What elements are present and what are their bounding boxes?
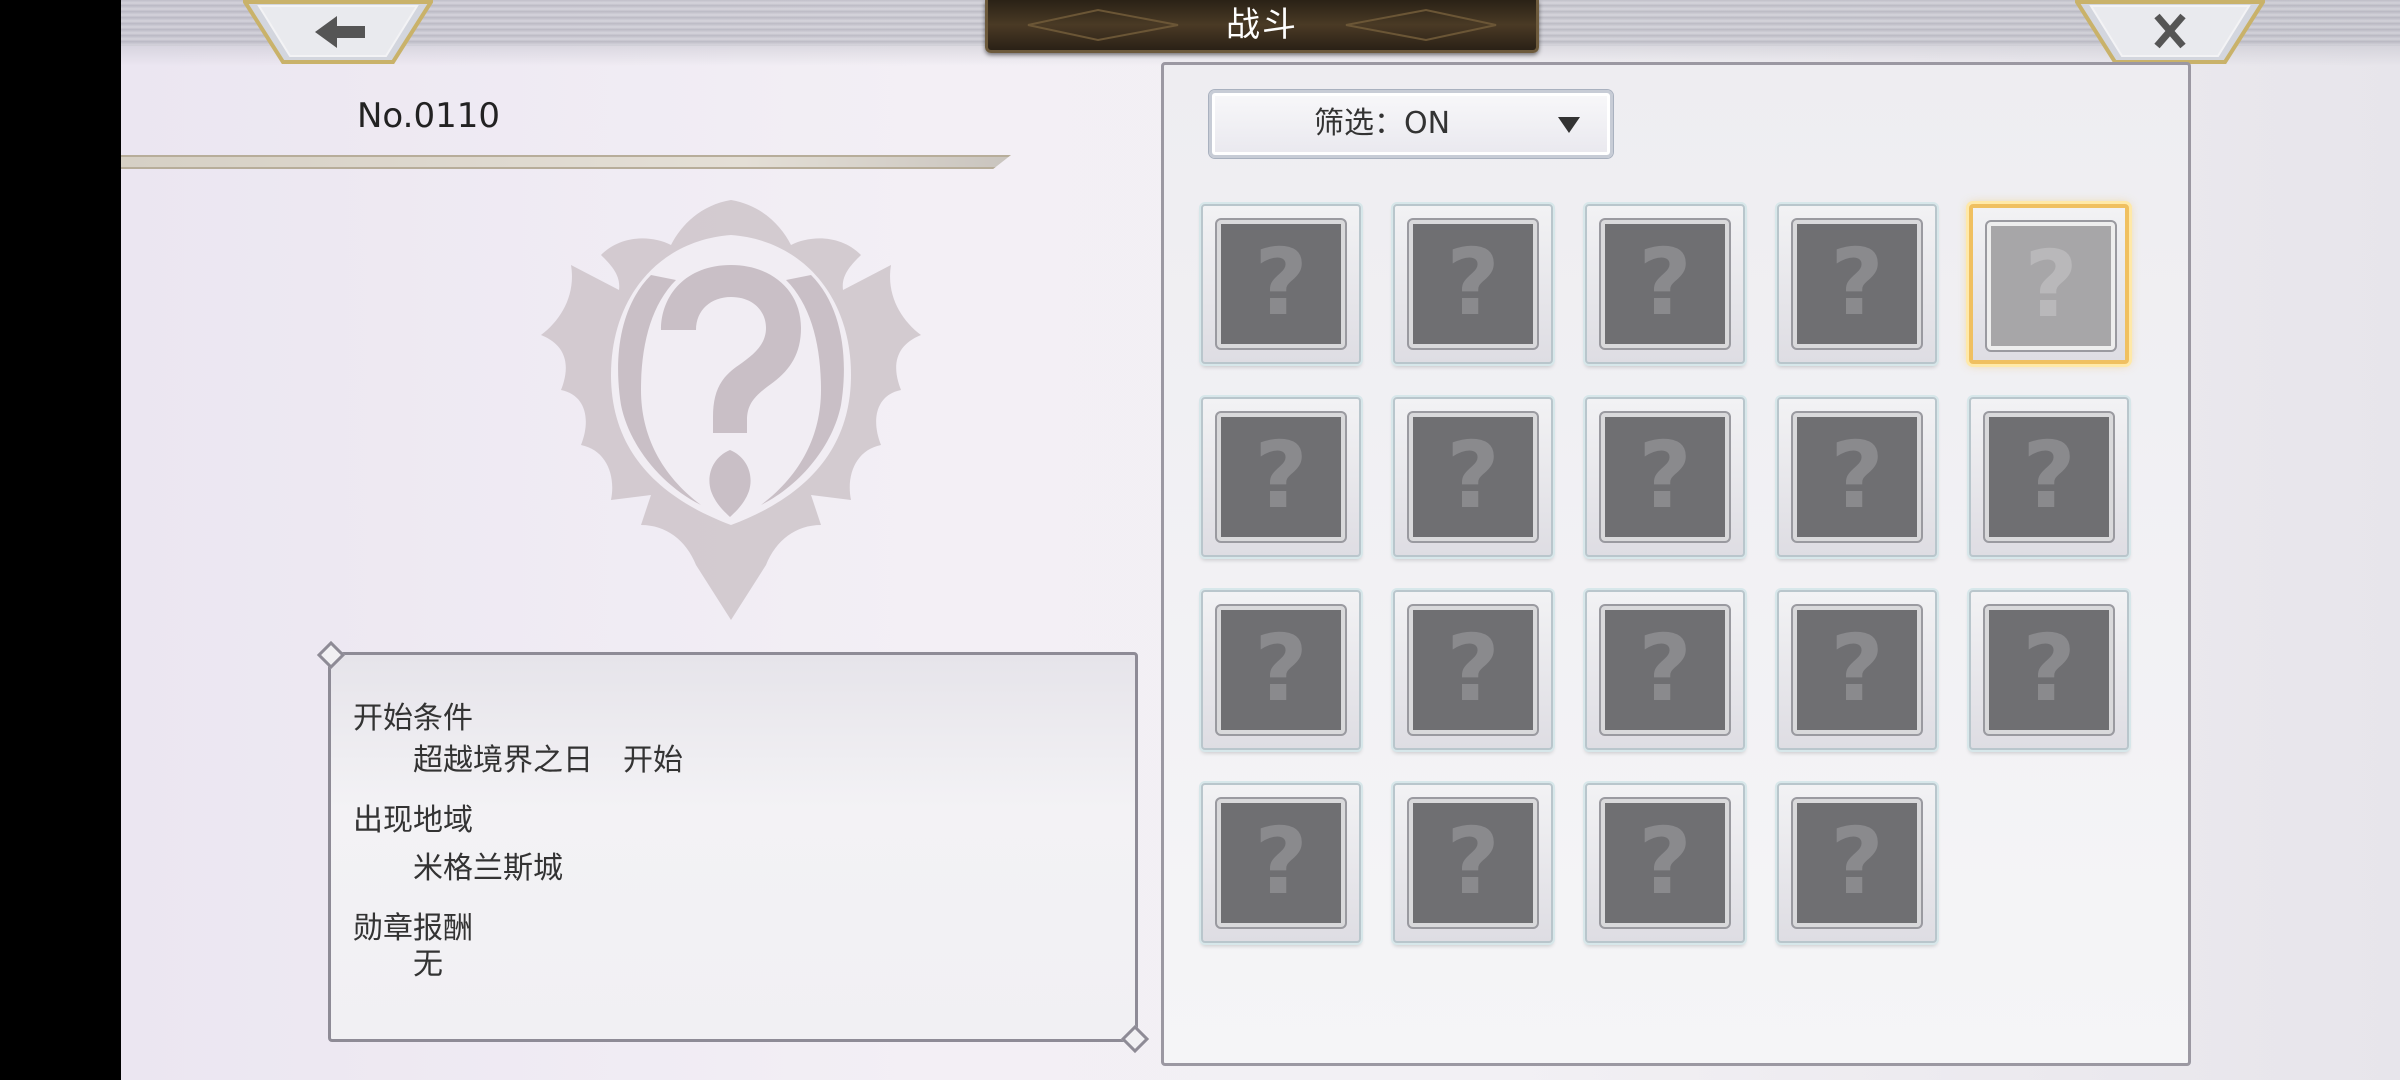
entry-number: No.0110 bbox=[357, 96, 500, 136]
entry-slot[interactable]: ? bbox=[1969, 590, 2129, 750]
locked-entry-thumbnail: ? bbox=[1217, 413, 1345, 541]
locked-entry-thumbnail: ? bbox=[1601, 220, 1729, 348]
question-mark-icon: ? bbox=[1830, 808, 1884, 915]
close-button[interactable] bbox=[2075, 0, 2265, 64]
locked-entry-thumbnail: ? bbox=[1793, 220, 1921, 348]
entry-slot[interactable]: ? bbox=[1777, 783, 1937, 943]
back-button[interactable] bbox=[243, 0, 433, 64]
locked-entry-thumbnail: ? bbox=[1409, 799, 1537, 927]
locked-entry-thumbnail: ? bbox=[1985, 413, 2113, 541]
entry-slot[interactable]: ? bbox=[1585, 204, 1745, 364]
entry-slot[interactable]: ? bbox=[1393, 590, 1553, 750]
entry-slot[interactable]: ? bbox=[1777, 397, 1937, 557]
entry-slot[interactable]: ? bbox=[1969, 397, 2129, 557]
entry-slot[interactable]: ? bbox=[1393, 204, 1553, 364]
entry-slot[interactable]: ? bbox=[1201, 204, 1361, 364]
question-mark-icon: ? bbox=[1446, 615, 1500, 722]
entry-slot[interactable]: ? bbox=[1585, 783, 1745, 943]
question-mark-icon: ? bbox=[1830, 422, 1884, 529]
entry-slot[interactable]: ? bbox=[1201, 783, 1361, 943]
question-mark-icon: ? bbox=[1446, 229, 1500, 336]
appearance-region-value: 米格兰斯城 bbox=[413, 851, 563, 886]
question-mark-icon: ? bbox=[2024, 231, 2078, 338]
question-mark-icon: ? bbox=[1638, 808, 1692, 915]
entry-slot[interactable]: ? bbox=[1393, 783, 1553, 943]
filter-dropdown[interactable]: 筛选：ON bbox=[1209, 90, 1613, 158]
entry-info-box: 开始条件 超越境界之日 开始 出现地域 米格兰斯城 勋章报酬 无 bbox=[328, 652, 1138, 1042]
entry-slot[interactable]: ? bbox=[1969, 204, 2129, 364]
question-mark-icon: ? bbox=[1254, 229, 1308, 336]
question-mark-icon: ? bbox=[1446, 808, 1500, 915]
game-screen: 战斗 No.0110 开始条件 超越境界之日 开始 出现地域 米格兰斯城 勋章报… bbox=[121, 0, 2400, 1080]
question-mark-icon: ? bbox=[1254, 808, 1308, 915]
dropdown-triangle-icon bbox=[1558, 117, 1580, 133]
start-condition-label: 开始条件 bbox=[353, 701, 473, 736]
entry-slot[interactable]: ? bbox=[1201, 397, 1361, 557]
locked-entry-thumbnail: ? bbox=[1409, 413, 1537, 541]
question-mark-icon: ? bbox=[1830, 615, 1884, 722]
close-icon bbox=[2075, 0, 2265, 64]
appearance-region-label: 出现地域 bbox=[353, 803, 473, 838]
locked-entry-thumbnail: ? bbox=[1601, 606, 1729, 734]
question-mark-icon: ? bbox=[1254, 615, 1308, 722]
question-mark-icon: ? bbox=[1638, 229, 1692, 336]
question-mark-icon: ? bbox=[2022, 422, 2076, 529]
question-mark-icon: ? bbox=[1830, 229, 1884, 336]
filter-label: 筛选：ON bbox=[1313, 106, 1451, 141]
arrow-left-icon bbox=[243, 0, 433, 64]
locked-entry-thumbnail: ? bbox=[1601, 413, 1729, 541]
locked-entry-thumbnail: ? bbox=[1987, 222, 2115, 350]
question-mark-icon: ? bbox=[1254, 422, 1308, 529]
question-mark-icon: ? bbox=[1638, 615, 1692, 722]
start-condition-value: 超越境界之日 开始 bbox=[413, 743, 683, 778]
question-mark-icon: ? bbox=[1638, 422, 1692, 529]
question-mark-icon: ? bbox=[2022, 615, 2076, 722]
medal-reward-value: 无 bbox=[413, 947, 443, 982]
entry-slot[interactable]: ? bbox=[1777, 590, 1937, 750]
locked-entry-thumbnail: ? bbox=[1217, 799, 1345, 927]
entry-slot[interactable]: ? bbox=[1585, 590, 1745, 750]
entry-slot[interactable]: ? bbox=[1777, 204, 1937, 364]
page-title: 战斗 bbox=[1226, 5, 1298, 45]
locked-entry-thumbnail: ? bbox=[1985, 606, 2113, 734]
locked-entry-thumbnail: ? bbox=[1601, 799, 1729, 927]
entry-slot[interactable]: ? bbox=[1585, 397, 1745, 557]
locked-entry-thumbnail: ? bbox=[1217, 606, 1345, 734]
locked-entry-thumbnail: ? bbox=[1793, 799, 1921, 927]
locked-entry-thumbnail: ? bbox=[1217, 220, 1345, 348]
locked-entry-thumbnail: ? bbox=[1409, 220, 1537, 348]
title-banner: 战斗 bbox=[985, 0, 1539, 53]
locked-entry-thumbnail: ? bbox=[1409, 606, 1537, 734]
locked-entry-thumbnail: ? bbox=[1793, 413, 1921, 541]
question-mark-icon: ? bbox=[1446, 422, 1500, 529]
entry-slot[interactable]: ? bbox=[1393, 397, 1553, 557]
unknown-question-emblem-icon bbox=[541, 200, 921, 620]
entry-divider bbox=[121, 155, 1011, 169]
entry-slot[interactable]: ? bbox=[1201, 590, 1361, 750]
locked-entry-thumbnail: ? bbox=[1793, 606, 1921, 734]
